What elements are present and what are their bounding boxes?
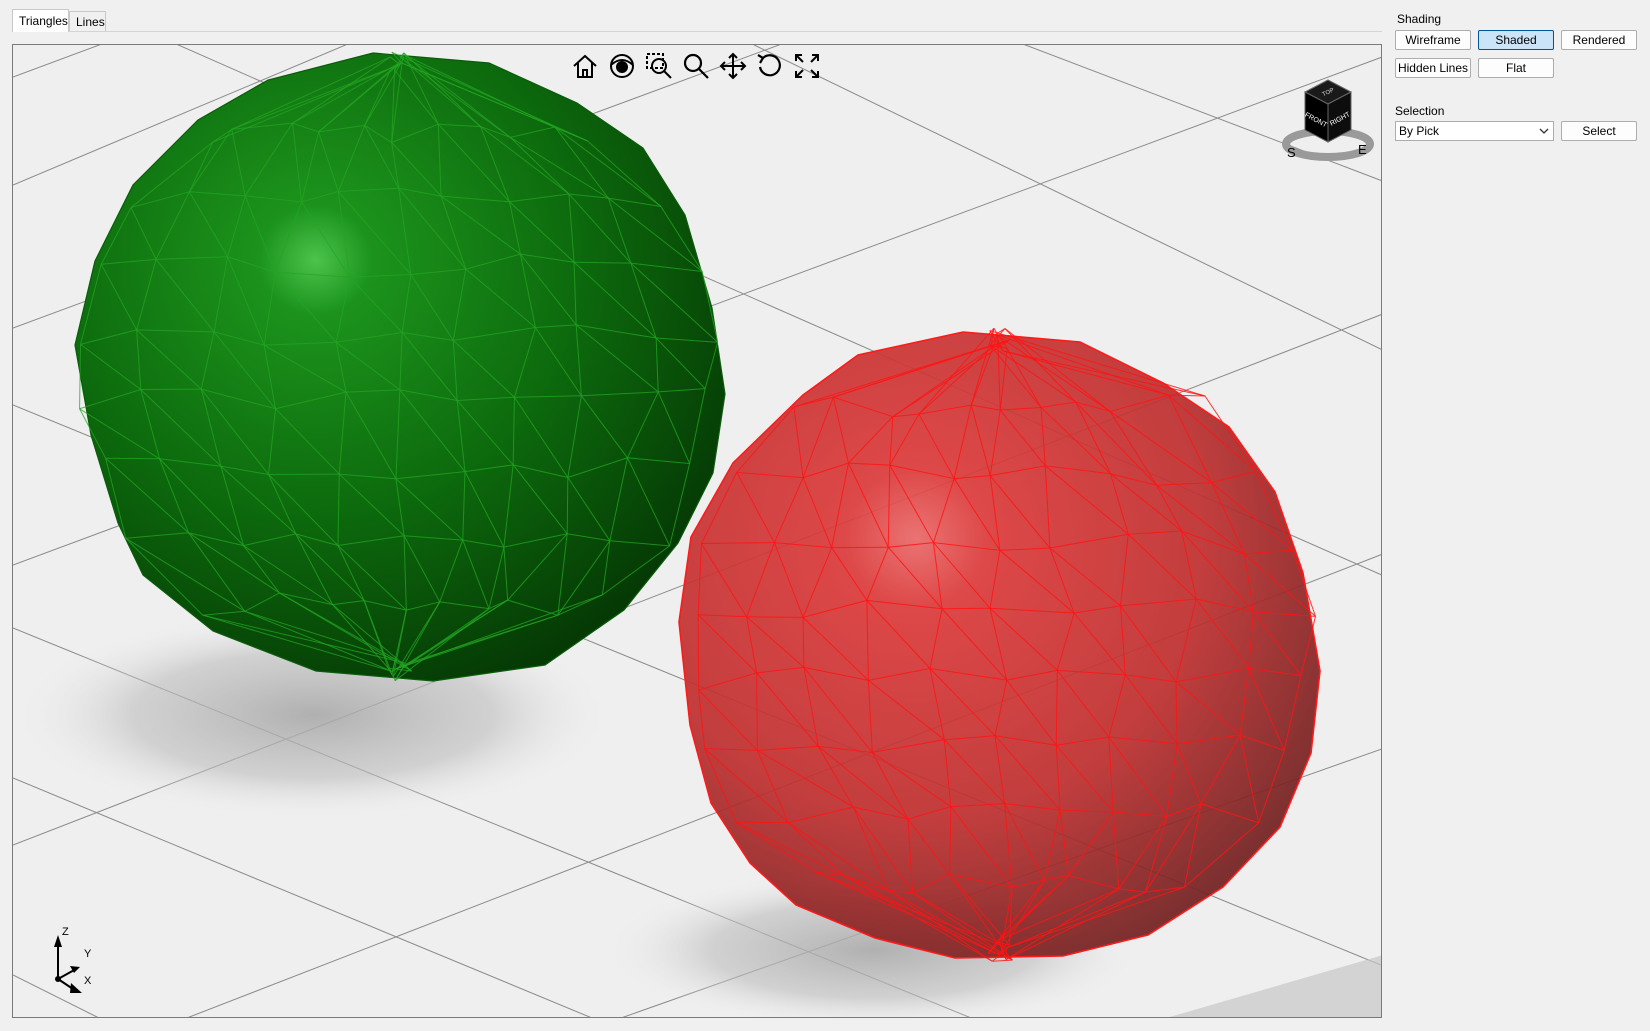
red-sphere[interactable] — [678, 327, 1321, 962]
tab-triangles[interactable]: Triangles — [12, 9, 69, 32]
tab-lines[interactable]: Lines — [69, 11, 106, 31]
shading-label: Shading — [1397, 12, 1442, 26]
home-icon[interactable] — [569, 51, 601, 81]
selection-mode-dropdown[interactable]: By Pick — [1395, 121, 1554, 141]
wireframe-button[interactable]: Wireframe — [1395, 30, 1471, 50]
viewcube-east-label: E — [1358, 142, 1367, 157]
selection-mode-value: By Pick — [1399, 124, 1440, 138]
axis-triad: Z Y X — [54, 926, 92, 993]
view-cube[interactable]: TOP FRONT RIGHT S E — [1278, 70, 1378, 170]
rotate-icon[interactable] — [754, 51, 786, 81]
view-toolbar — [569, 51, 823, 81]
rendered-button[interactable]: Rendered — [1561, 30, 1637, 50]
fullscreen-icon[interactable] — [791, 51, 823, 81]
pan-icon[interactable] — [717, 51, 749, 81]
properties-panel: Shading Wireframe Shaded Rendered Hidden… — [1394, 0, 1650, 1031]
eye-icon[interactable] — [606, 51, 638, 81]
chevron-down-icon — [1539, 128, 1549, 134]
mesh-edge — [697, 614, 700, 691]
axis-z-label: Z — [62, 926, 69, 938]
hidden-lines-button[interactable]: Hidden Lines — [1395, 58, 1471, 78]
select-button[interactable]: Select — [1561, 121, 1637, 141]
floor-edge-shade — [1169, 955, 1381, 1017]
flat-button[interactable]: Flat — [1478, 58, 1554, 78]
3d-viewport[interactable]: TOP FRONT RIGHT S E Z Y X — [12, 44, 1382, 1018]
mesh-edge — [566, 477, 569, 534]
mesh-edge — [756, 672, 758, 751]
mesh-edge — [105, 457, 160, 460]
mesh-edge — [746, 616, 804, 618]
zoom-window-icon[interactable] — [643, 51, 675, 81]
zoom-icon[interactable] — [680, 51, 712, 81]
green-sphere[interactable] — [74, 51, 726, 682]
tab-divider — [12, 31, 1382, 32]
axis-x-label: X — [84, 975, 92, 987]
viewcube-south-label: S — [1287, 145, 1296, 160]
shaded-button[interactable]: Shaded — [1478, 30, 1554, 50]
axis-y-label: Y — [84, 948, 92, 960]
scene-canvas[interactable] — [13, 45, 1382, 1018]
selection-label: Selection — [1395, 104, 1445, 118]
